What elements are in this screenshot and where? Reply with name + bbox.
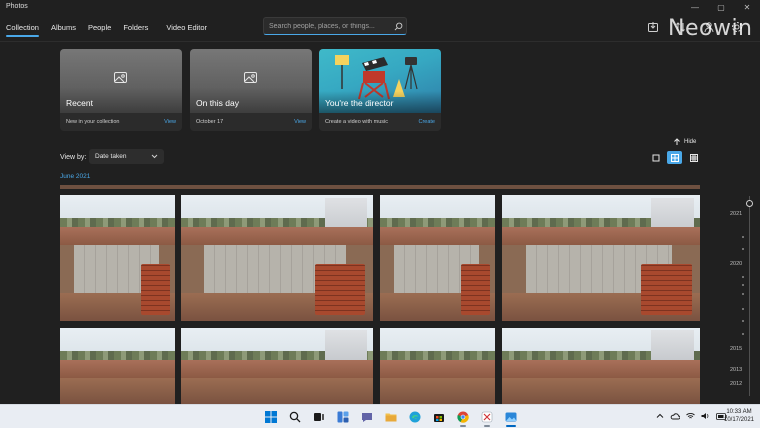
- windows-taskbar: 10:33 AM 10/17/2021: [0, 404, 760, 428]
- photo-thumbnail[interactable]: [380, 195, 495, 321]
- import-icon[interactable]: [646, 20, 660, 34]
- arrow-up-icon: [674, 138, 680, 145]
- card-title: On this day: [196, 98, 239, 108]
- photo-placeholder-icon: [244, 72, 257, 83]
- hide-label: Hide: [684, 139, 697, 145]
- onedrive-icon[interactable]: [670, 412, 680, 420]
- photo-thumbnail[interactable]: [380, 328, 495, 404]
- title-bar: Photos — ▢ ✕: [0, 0, 760, 14]
- timeline-dot: [742, 333, 744, 335]
- nav-divider: [0, 41, 760, 42]
- neowin-watermark: Neowin: [668, 16, 753, 41]
- clock-time: 10:33 AM: [726, 409, 752, 415]
- photo-thumbnail[interactable]: [60, 328, 175, 404]
- clock-date: 10/17/2021: [723, 417, 755, 423]
- app-title: Photos: [6, 3, 28, 10]
- timeline-dot: [742, 236, 744, 238]
- photo-thumbnail[interactable]: [60, 195, 175, 321]
- large-view-button[interactable]: [648, 151, 663, 164]
- timeline-dot: [742, 248, 744, 250]
- photo-thumbnail[interactable]: [502, 195, 700, 321]
- timeline-track[interactable]: [749, 196, 750, 396]
- card-subtitle: New in your collection: [66, 119, 120, 125]
- maximize-button[interactable]: ▢: [708, 0, 734, 14]
- timeline-dot: [742, 308, 744, 310]
- square-icon: [652, 154, 659, 161]
- card-youre-the-director[interactable]: You're the director Create a video with …: [319, 49, 441, 131]
- search-input[interactable]: Search people, places, or things...: [264, 23, 390, 30]
- wifi-icon[interactable]: [686, 412, 695, 420]
- view-by-dropdown[interactable]: Date taken: [89, 149, 164, 164]
- photos-app-window: Photos — ▢ ✕ Collection Albums People Fo…: [0, 0, 760, 404]
- search-icon[interactable]: [390, 22, 406, 31]
- main-nav: Collection Albums People Folders Video E…: [0, 18, 213, 40]
- widgets-icon[interactable]: [334, 407, 352, 427]
- file-explorer-icon[interactable]: [382, 407, 400, 427]
- system-tray: [656, 412, 727, 420]
- chrome-icon[interactable]: [454, 407, 472, 427]
- timeline-year[interactable]: 2020: [730, 261, 742, 267]
- card-subtitle: October 17: [196, 119, 224, 125]
- date-group-label: June 2021: [60, 173, 91, 180]
- windows-start-icon[interactable]: [262, 407, 280, 427]
- minimize-button[interactable]: —: [682, 0, 708, 14]
- taskbar-clock[interactable]: 10:33 AM 10/17/2021: [722, 408, 756, 424]
- chevron-down-icon: [151, 154, 158, 159]
- view-link[interactable]: View: [294, 119, 306, 125]
- timeline-dot: [742, 276, 744, 278]
- photo-thumbnail[interactable]: [502, 328, 700, 404]
- search-box[interactable]: Search people, places, or things...: [263, 17, 407, 35]
- timeline-year[interactable]: 2021: [730, 211, 742, 217]
- tab-albums[interactable]: Albums: [45, 18, 82, 40]
- view-link[interactable]: View: [164, 119, 176, 125]
- tab-collection[interactable]: Collection: [0, 18, 45, 40]
- close-button[interactable]: ✕: [734, 0, 760, 14]
- dense-grid-icon: [689, 153, 698, 162]
- view-size-switcher: [648, 151, 701, 164]
- photo-row-partial: [60, 185, 700, 189]
- timeline-dot: [742, 284, 744, 286]
- hide-button[interactable]: Hide: [673, 138, 696, 146]
- timeline-year[interactable]: 2015: [730, 346, 742, 352]
- view-by-label: View by:: [60, 154, 87, 161]
- card-on-this-day[interactable]: On this day October 17 View: [190, 49, 312, 131]
- timeline-thumb[interactable]: [746, 200, 753, 207]
- view-by-value: Date taken: [95, 153, 127, 160]
- medium-view-button[interactable]: [667, 151, 682, 164]
- tab-video-editor[interactable]: Video Editor: [160, 18, 213, 40]
- task-view-icon[interactable]: [310, 407, 328, 427]
- photo-placeholder-icon: [114, 72, 127, 83]
- card-title: Recent: [66, 98, 93, 108]
- grid-icon: [670, 153, 679, 162]
- card-title: You're the director: [325, 98, 394, 108]
- edge-icon[interactable]: [406, 407, 424, 427]
- taskbar-apps: [262, 407, 520, 427]
- teams-chat-icon[interactable]: [358, 407, 376, 427]
- timeline-year[interactable]: 2013: [730, 367, 742, 373]
- timeline-dot: [742, 293, 744, 295]
- photo-thumbnail[interactable]: [181, 195, 373, 321]
- volume-icon[interactable]: [701, 412, 710, 420]
- card-subtitle: Create a video with music: [325, 119, 388, 125]
- timeline-year[interactable]: 2012: [730, 381, 742, 387]
- window-controls: — ▢ ✕: [682, 0, 760, 14]
- store-icon[interactable]: [430, 407, 448, 427]
- card-recent[interactable]: Recent New in your collection View: [60, 49, 182, 131]
- chevron-up-icon[interactable]: [656, 412, 664, 420]
- tab-people[interactable]: People: [82, 18, 117, 40]
- create-link[interactable]: Create: [418, 119, 435, 125]
- snipping-tool-icon[interactable]: [478, 407, 496, 427]
- search-icon[interactable]: [286, 407, 304, 427]
- photos-app-icon[interactable]: [502, 407, 520, 427]
- timeline-dot: [742, 320, 744, 322]
- small-view-button[interactable]: [686, 151, 701, 164]
- photo-thumbnail[interactable]: [181, 328, 373, 404]
- tab-folders[interactable]: Folders: [117, 18, 154, 40]
